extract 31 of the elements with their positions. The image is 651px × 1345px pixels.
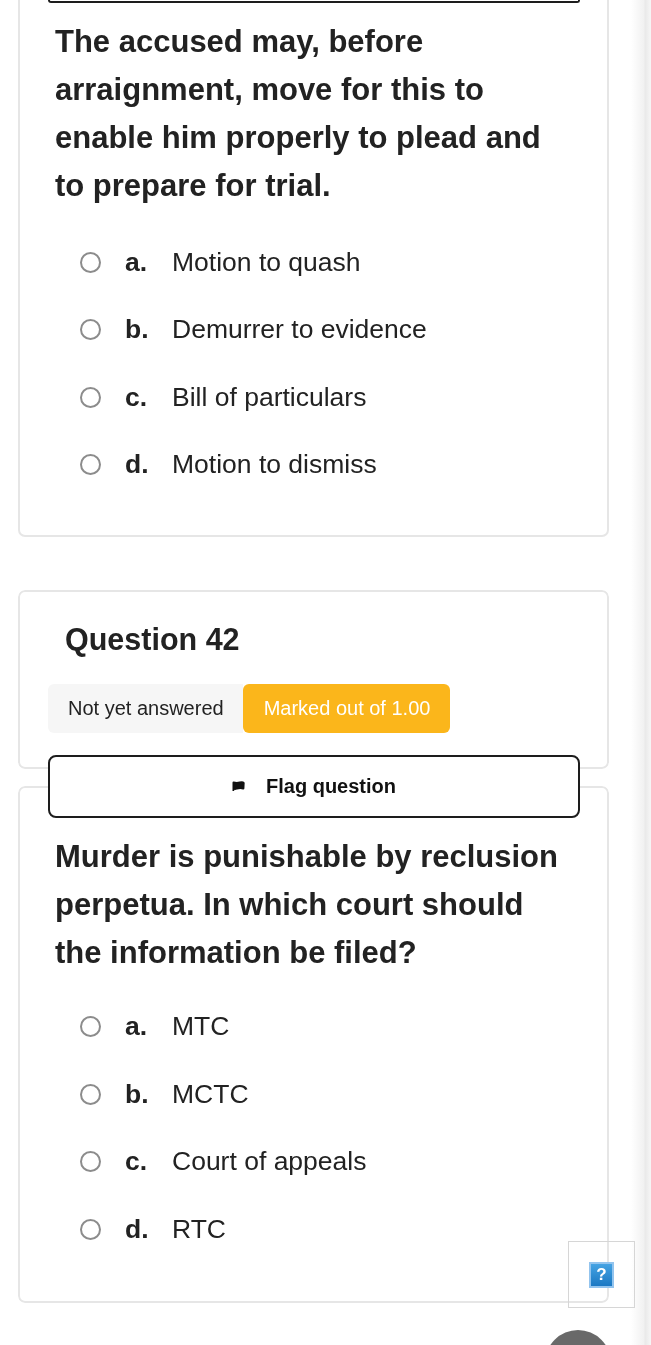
option-letter: b. <box>125 1078 150 1110</box>
marks-badge: Marked out of 1.00 <box>242 683 451 733</box>
radio-button[interactable] <box>80 1083 101 1105</box>
option-letter: d. <box>125 1213 150 1245</box>
radio-button[interactable] <box>80 1016 101 1038</box>
radio-button[interactable] <box>80 386 101 408</box>
option-letter: c. <box>125 381 149 413</box>
option-letter: b. <box>125 314 150 346</box>
option-letter: a. <box>125 246 149 278</box>
radio-button[interactable] <box>80 454 101 476</box>
flag-icon <box>232 781 245 791</box>
status-badge: Not yet answered <box>48 683 243 733</box>
option-label[interactable]: Demurrer to evidence <box>172 314 427 346</box>
radio-button[interactable] <box>80 1151 101 1173</box>
question-text: Murder is punishable by reclusion perpetua. In which court should the information be filed? <box>55 837 559 972</box>
question-text: The accused may, before arraignment, move for this to enable him properly to plead and to prepare for trial. <box>55 23 542 205</box>
flag-question-button[interactable]: Flag question <box>48 754 580 818</box>
radio-button[interactable] <box>80 319 101 341</box>
option-label[interactable]: RTC <box>172 1213 226 1245</box>
option-label[interactable]: Court of appeals <box>172 1146 367 1178</box>
option-letter: a. <box>125 1011 149 1043</box>
radio-button[interactable] <box>80 251 101 273</box>
question-number: Question 42 <box>65 620 241 657</box>
option-letter: d. <box>125 449 150 481</box>
option-label[interactable]: Bill of particulars <box>172 381 367 413</box>
option-label[interactable]: Motion to quash <box>172 246 361 278</box>
option-label[interactable]: MCTC <box>172 1078 249 1110</box>
radio-button[interactable] <box>80 1218 101 1240</box>
option-label[interactable]: Motion to dismiss <box>172 449 377 481</box>
option-letter: c. <box>125 1146 149 1178</box>
option-label[interactable]: MTC <box>172 1011 230 1043</box>
